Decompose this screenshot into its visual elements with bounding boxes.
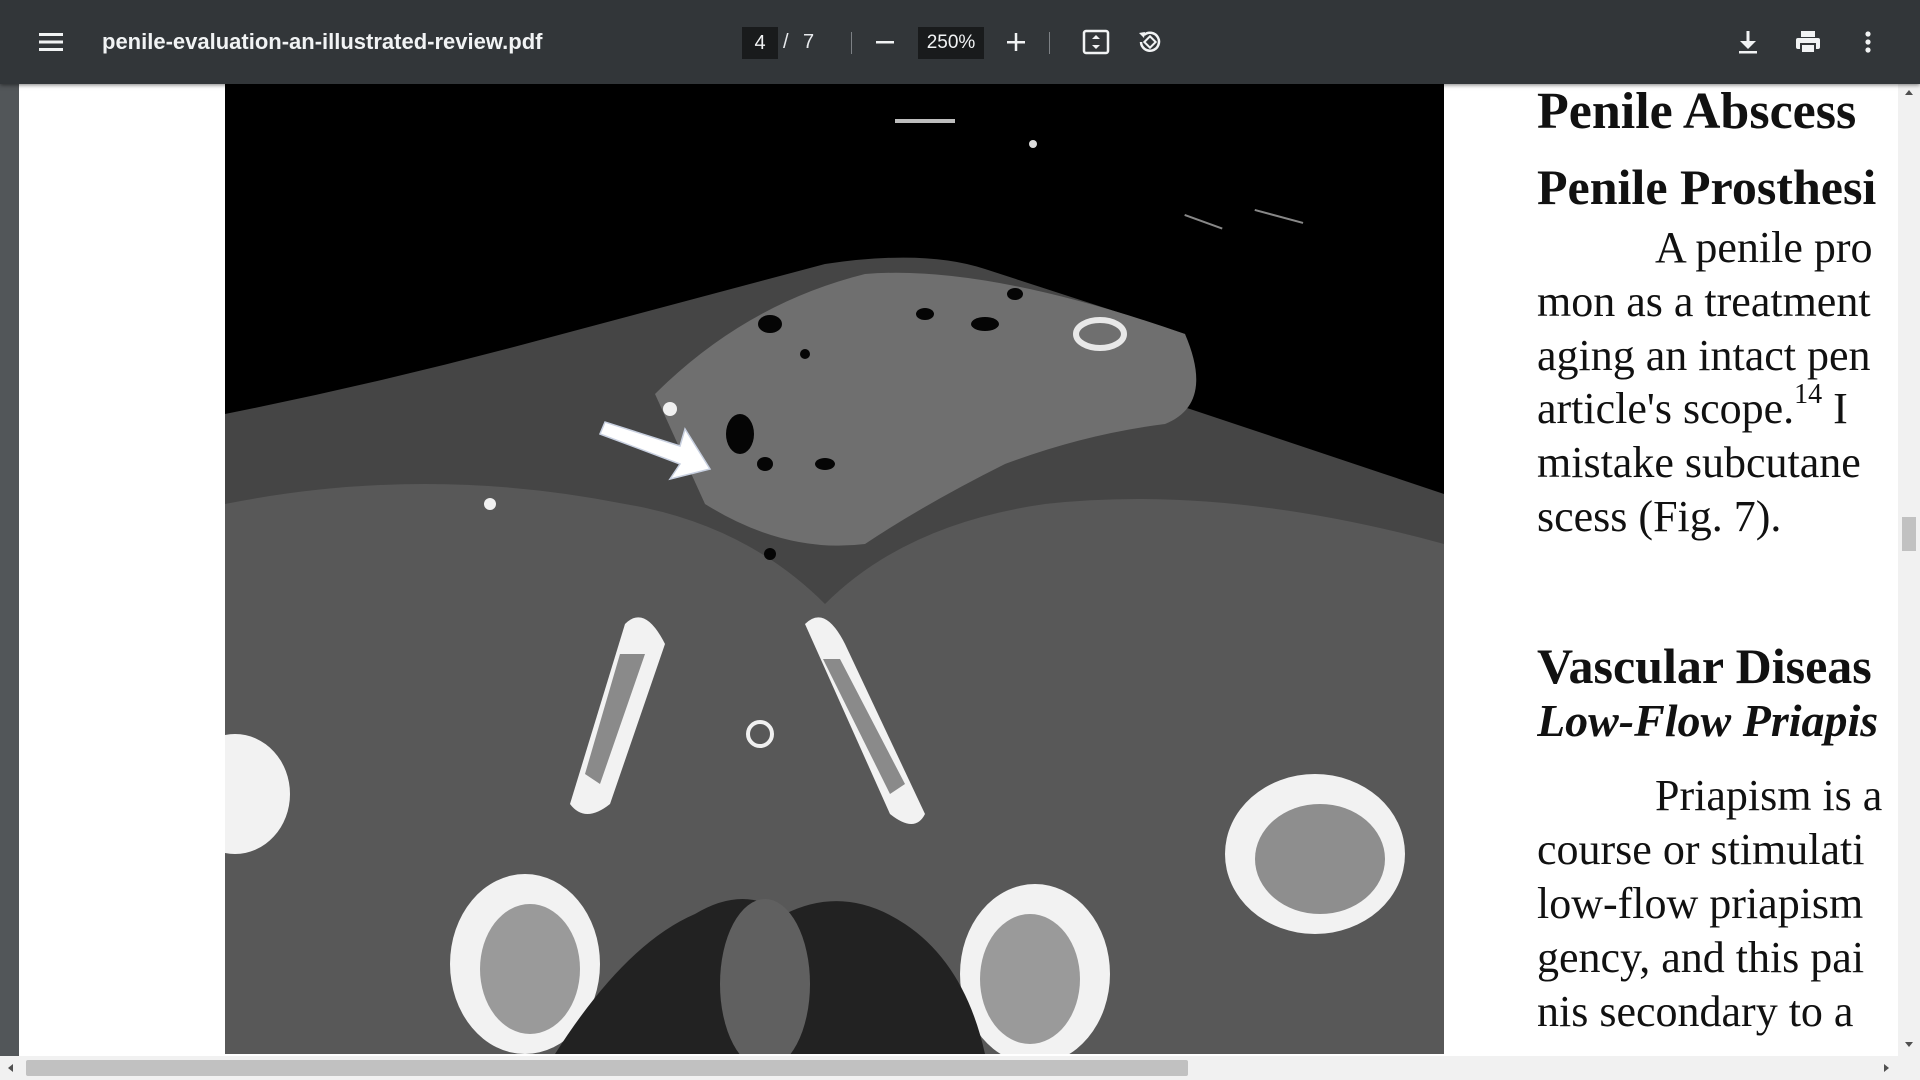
vertical-scrollbar[interactable] <box>1898 84 1920 1056</box>
paragraph-line: aging an intact pen <box>1537 331 1871 380</box>
plus-icon <box>1007 33 1025 51</box>
document-title: penile-evaluation-an-illustrated-review.… <box>102 29 543 54</box>
download-button[interactable] <box>1724 18 1772 66</box>
page-separator: / <box>783 31 789 53</box>
page-total: 7 <box>803 31 815 53</box>
download-icon <box>1739 31 1757 54</box>
pdf-viewer[interactable]: Penile Abscess Penile Prosthesi A penile… <box>0 84 1898 1056</box>
horizontal-scrollbar-thumb[interactable] <box>26 1060 1188 1076</box>
fit-to-page-icon <box>1082 29 1110 55</box>
zoom-level-input[interactable] <box>918 27 984 59</box>
paragraph-text: I <box>1822 384 1848 433</box>
page-number-input[interactable] <box>742 27 778 59</box>
heading-vascular-disease: Vascular Diseas <box>1537 638 1872 694</box>
heading-low-flow-priapism: Low-Flow Priapis <box>1537 695 1879 746</box>
more-actions-button[interactable] <box>1844 18 1892 66</box>
menu-button[interactable] <box>27 18 75 66</box>
document-text-column: Penile Abscess Penile Prosthesi A penile… <box>1537 84 1898 1056</box>
rotate-icon <box>1139 31 1161 52</box>
paragraph-line: low-flow priapism <box>1537 879 1864 928</box>
vertical-scrollbar-thumb[interactable] <box>1902 517 1916 551</box>
paragraph-line: Priapism is a <box>1655 771 1883 820</box>
pdf-page: Penile Abscess Penile Prosthesi A penile… <box>19 84 1898 1056</box>
paragraph-text: article's scope. <box>1537 384 1795 433</box>
paragraph-line: article's scope.14 I <box>1537 379 1848 434</box>
heading-penile-abscess: Penile Abscess <box>1537 84 1857 140</box>
minus-icon <box>876 41 894 44</box>
hamburger-menu-icon <box>39 33 63 51</box>
paragraph-line: course or stimulati <box>1537 825 1865 874</box>
paragraph-line: gency, and this pai <box>1537 933 1865 982</box>
heading-penile-prosthesis: Penile Prosthesi <box>1537 159 1877 215</box>
paragraph-line: mistake subcutane <box>1537 438 1861 487</box>
scroll-left-arrow-icon[interactable] <box>8 1064 13 1072</box>
paragraph-line: mon as a treatment <box>1537 277 1871 326</box>
zoom-in-button[interactable] <box>992 18 1040 66</box>
scroll-up-arrow-icon[interactable] <box>1905 90 1913 95</box>
paragraph-line: A penile pro <box>1655 223 1873 272</box>
more-vertical-icon <box>1865 31 1871 53</box>
toolbar-divider <box>851 32 852 54</box>
toolbar-divider <box>1049 32 1050 54</box>
pdf-toolbar: penile-evaluation-an-illustrated-review.… <box>0 0 1920 84</box>
ct-scan-figure <box>225 84 1444 1054</box>
horizontal-scrollbar[interactable] <box>0 1056 1920 1080</box>
scroll-down-arrow-icon[interactable] <box>1905 1042 1913 1047</box>
rotate-button[interactable] <box>1126 18 1174 66</box>
citation-superscript: 14 <box>1794 379 1823 410</box>
paragraph-line: nis secondary to a <box>1537 987 1854 1036</box>
scroll-right-arrow-icon[interactable] <box>1884 1064 1889 1072</box>
zoom-out-button[interactable] <box>861 18 909 66</box>
paragraph-line: scess (Fig. 7). <box>1537 492 1782 541</box>
print-button[interactable] <box>1784 18 1832 66</box>
fit-to-page-button[interactable] <box>1072 18 1120 66</box>
print-icon <box>1796 31 1820 54</box>
